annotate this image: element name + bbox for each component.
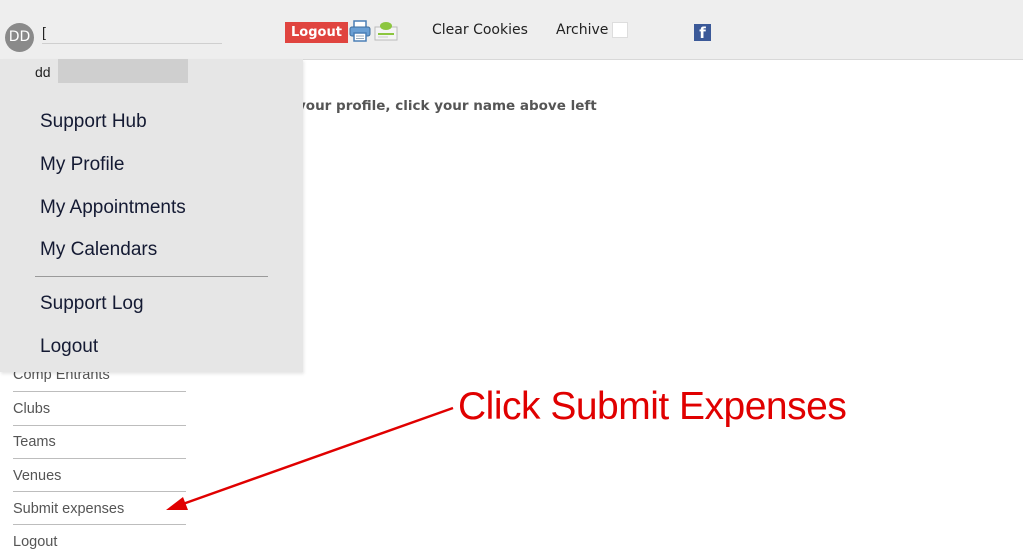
redacted-name-block: [58, 59, 188, 83]
side-menu-item-logout[interactable]: Logout: [13, 534, 186, 550]
username-underline: [42, 43, 222, 44]
side-menu-item-teams[interactable]: Teams: [13, 434, 186, 450]
side-menu-item-venues[interactable]: Venues: [13, 468, 186, 484]
dropdown-item-my-appointments[interactable]: My Appointments: [40, 197, 186, 219]
dropdown-item-my-profile[interactable]: My Profile: [40, 154, 124, 176]
dropdown-item-support-log[interactable]: Support Log: [40, 293, 144, 315]
dropdown-divider: [35, 276, 268, 277]
dropdown-item-logout[interactable]: Logout: [40, 336, 98, 358]
user-avatar[interactable]: DD: [5, 23, 34, 52]
archive-checkbox[interactable]: [612, 22, 628, 38]
side-menu-divider: [13, 491, 186, 492]
top-bar: DD [ Logout Clear Cookies Archive f: [0, 0, 1023, 60]
archive-label: Archive: [556, 22, 609, 38]
username-display[interactable]: [: [42, 24, 46, 40]
dropdown-item-support-hub[interactable]: Support Hub: [40, 111, 147, 133]
profile-hint-text: your profile, click your name above left: [297, 98, 597, 114]
side-menu-divider: [13, 458, 186, 459]
facebook-icon[interactable]: f: [694, 24, 711, 42]
side-menu-divider: [13, 425, 186, 426]
side-menu-divider: [13, 524, 186, 525]
header-logout-button[interactable]: Logout: [285, 22, 348, 43]
side-menu-divider: [13, 391, 186, 392]
clear-cookies-link[interactable]: Clear Cookies: [432, 22, 528, 38]
dropdown-item-my-calendars[interactable]: My Calendars: [40, 239, 157, 261]
email-icon[interactable]: [374, 21, 398, 41]
printer-icon[interactable]: [348, 19, 372, 43]
instruction-annotation: Click Submit Expenses: [458, 385, 847, 428]
dropdown-username: dd: [35, 64, 51, 80]
side-menu-item-submit-expenses[interactable]: Submit expenses: [13, 501, 186, 517]
side-menu-item-clubs[interactable]: Clubs: [13, 401, 186, 417]
